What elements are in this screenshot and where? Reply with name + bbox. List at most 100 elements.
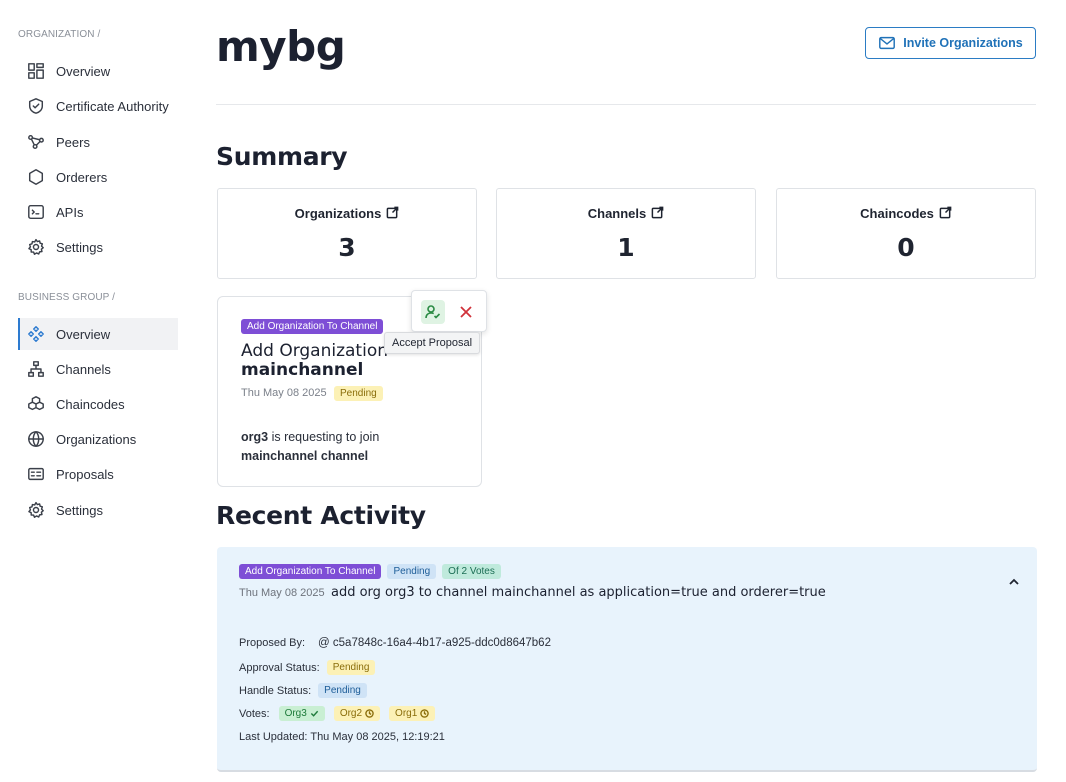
vote-badge-org2: Org2 xyxy=(333,706,381,721)
summary-card-value: 1 xyxy=(617,233,635,262)
activity-date: Thu May 08 2025 xyxy=(239,587,325,599)
sidebar-item-organizations[interactable]: Organizations xyxy=(18,423,178,455)
reject-proposal-button[interactable] xyxy=(454,300,478,324)
shield-check-icon xyxy=(26,96,46,116)
last-updated-row: Last Updated: Thu May 08 2025, 12:19:21 xyxy=(239,731,445,743)
external-link-icon xyxy=(651,206,664,219)
header-divider xyxy=(216,104,1036,105)
approval-status-row: Approval Status: Pending xyxy=(239,660,376,675)
activity-status-badge: Pending xyxy=(387,564,437,579)
sidebar-item-proposals[interactable]: Proposals xyxy=(18,458,178,490)
sidebar-item-label: APIs xyxy=(56,204,84,220)
sidebar-item-label: Overview xyxy=(56,326,111,342)
proposal-org: org3 xyxy=(241,430,269,444)
sidebar-item-label: Orderers xyxy=(56,169,108,185)
summary-card-value: 3 xyxy=(338,233,356,262)
votes-row: Votes: Org3 Org2 Org1 xyxy=(239,706,436,721)
approval-status-label: Approval Status: xyxy=(239,661,320,674)
sidebar-item-label: Peers xyxy=(56,134,90,150)
handle-status-label: Handle Status: xyxy=(239,684,312,697)
chevron-up-icon xyxy=(1009,578,1019,585)
accept-proposal-button[interactable] xyxy=(421,300,445,324)
summary-card-label: Organizations xyxy=(218,206,476,221)
sidebar-item-apis[interactable]: APIs xyxy=(18,196,178,228)
sidebar-item-chaincodes[interactable]: Chaincodes xyxy=(18,388,178,420)
proposal-title-line1: Add Organization xyxy=(241,341,388,361)
proposal-desc-text: is requesting to join xyxy=(268,430,380,444)
sidebar-item-label: Certificate Authority xyxy=(56,98,169,114)
proposal-type-badge: Add Organization To Channel xyxy=(241,319,384,334)
external-link-icon xyxy=(386,206,399,219)
proposal-channel: mainchannel channel xyxy=(241,449,369,463)
proposed-by-value: @ c5a7848c-16a4-4b17-a925-ddc0d8647b62 xyxy=(318,637,551,649)
activity-item[interactable]: Add Organization To Channel Pending Of 2… xyxy=(217,547,1037,772)
summary-card-channels[interactable]: Channels 1 xyxy=(496,188,756,279)
collapse-toggle[interactable] xyxy=(1007,575,1023,591)
id-card-icon xyxy=(26,464,46,484)
summary-card-label: Chaincodes xyxy=(777,206,1035,221)
handle-status-row: Handle Status: Pending xyxy=(239,683,367,698)
recent-activity-heading: Recent Activity xyxy=(216,501,426,530)
activity-title: add org org3 to channel mainchannel as a… xyxy=(331,585,826,600)
user-check-icon xyxy=(425,305,441,319)
status-badge: Pending xyxy=(334,386,383,401)
sidebar-item-org-overview[interactable]: Overview xyxy=(18,55,178,87)
proposal-title-line2: mainchannel xyxy=(241,360,364,380)
close-icon xyxy=(460,306,472,318)
external-link-icon xyxy=(939,206,952,219)
sidebar-item-label: Channels xyxy=(56,361,111,377)
sidebar-item-certificate-authority[interactable]: Certificate Authority xyxy=(18,90,178,122)
votes-label: Votes: xyxy=(239,707,270,720)
proposed-by-label: Proposed By: xyxy=(239,637,306,649)
dashboard-icon xyxy=(26,61,46,81)
diamond-nodes-icon xyxy=(26,324,46,344)
summary-card-label-text: Organizations xyxy=(294,206,382,221)
hexagon-icon xyxy=(26,167,46,187)
mail-icon xyxy=(879,36,896,50)
sidebar-item-bg-settings[interactable]: Settings xyxy=(18,494,178,526)
summary-card-organizations[interactable]: Organizations 3 xyxy=(217,188,477,279)
accept-proposal-tooltip: Accept Proposal xyxy=(384,332,481,354)
approval-status-badge: Pending xyxy=(326,660,376,675)
invite-organizations-button[interactable]: Invite Organizations xyxy=(865,27,1036,59)
org-section-label: ORGANIZATION / xyxy=(18,29,101,40)
summary-card-chaincodes[interactable]: Chaincodes 0 xyxy=(776,188,1036,279)
summary-heading: Summary xyxy=(216,142,348,171)
sidebar-item-label: Overview xyxy=(56,63,111,79)
summary-card-label-text: Channels xyxy=(587,206,647,221)
sidebar-item-label: Settings xyxy=(56,239,103,255)
vote-badge-org3: Org3 xyxy=(278,706,325,721)
sidebar: ORGANIZATION / Overview Certificate Auth… xyxy=(0,0,190,782)
summary-card-value: 0 xyxy=(897,233,915,262)
sidebar-item-bg-overview[interactable]: Overview xyxy=(18,318,178,350)
bg-section-label: BUSINESS GROUP / xyxy=(18,292,115,303)
activity-type-badge: Add Organization To Channel xyxy=(239,564,382,579)
activity-badges: Add Organization To Channel Pending Of 2… xyxy=(239,564,501,579)
sidebar-item-peers[interactable]: Peers xyxy=(18,126,178,158)
proposal-action-popover xyxy=(411,290,487,332)
sidebar-item-label: Proposals xyxy=(56,466,114,482)
proposal-date: Thu May 08 2025 xyxy=(241,387,327,399)
check-icon xyxy=(310,710,318,717)
clock-icon xyxy=(365,709,374,718)
gear-icon xyxy=(26,500,46,520)
proposed-by-row: Proposed By: @ c5a7848c-16a4-4b17-a925-d… xyxy=(239,637,551,649)
terminal-icon xyxy=(26,202,46,222)
vote-org-label: Org1 xyxy=(395,708,418,719)
vote-org-label: Org2 xyxy=(339,708,363,719)
vote-org-label: Org3 xyxy=(284,708,307,719)
sidebar-item-org-settings[interactable]: Settings xyxy=(18,231,178,263)
sidebar-item-orderers[interactable]: Orderers xyxy=(18,161,178,193)
handle-status-badge: Pending xyxy=(318,683,367,698)
hierarchy-icon xyxy=(26,359,46,379)
nodes-icon xyxy=(26,132,46,152)
invite-button-label: Invite Organizations xyxy=(903,36,1023,50)
cubes-icon xyxy=(26,394,46,414)
page-title: mybg xyxy=(216,22,346,71)
last-updated-text: Last Updated: Thu May 08 2025, 12:19:21 xyxy=(239,731,445,743)
sidebar-item-channels[interactable]: Channels xyxy=(18,353,178,385)
globe-icon xyxy=(26,429,46,449)
vote-badge-org1: Org1 xyxy=(389,706,436,721)
sidebar-item-label: Organizations xyxy=(56,431,137,447)
summary-card-label: Channels xyxy=(497,206,755,221)
